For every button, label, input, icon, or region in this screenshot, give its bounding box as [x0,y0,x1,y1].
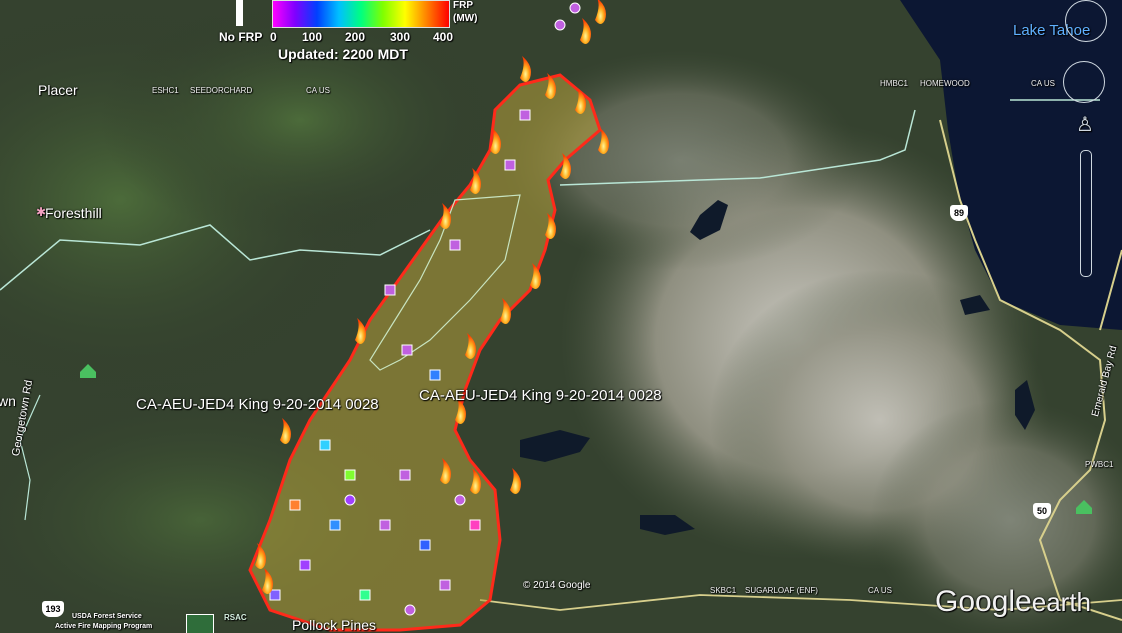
station-skbc1: SKBC1 [710,586,737,595]
station-hmbc1: HMBC1 [880,79,909,88]
frp-unit: (MW) [453,13,478,24]
frp-tick-400: 400 [433,30,454,44]
place-placer: Placer [38,82,78,98]
usfs-shield-logo [186,614,214,633]
usfs-credit-line2: Active Fire Mapping Program [55,623,153,630]
place-pollock-pines: Pollock Pines [292,617,377,633]
rsac-logo: RSAC [224,613,247,622]
station-seedorchard: SEEDORCHARD [190,86,253,95]
no-frp-swatch [236,0,243,26]
fire-label-left: CA-AEU-JED4 King 9-20-2014 0028 [136,396,379,413]
google-earth-logo-earth: earth [1031,587,1092,617]
move-control[interactable] [1063,61,1105,103]
zoom-slider[interactable] [1080,150,1092,277]
station-ca-us-2: CA US [1031,79,1056,88]
highway-50-shield: 50 [1033,503,1051,519]
station-sugarloaf: SUGARLOAF (ENF) [745,586,818,595]
fire-label-right: CA-AEU-JED4 King 9-20-2014 0028 [419,387,662,404]
street-view-pegman-icon[interactable]: ♙ [1076,112,1094,137]
look-control[interactable] [1065,0,1107,42]
station-homewood: HOMEWOOD [920,79,970,88]
google-earth-logo: Googleearth [935,585,1091,619]
station-eshc1: ESHC1 [152,86,179,95]
updated-time: Updated: 2200 MDT [278,46,408,62]
map-view[interactable]: No FRP FRP (MW) 0 100 200 300 400 Update… [0,0,1122,633]
station-ca-us-3: CA US [868,586,893,595]
station-ca-us-1: CA US [306,86,331,95]
highway-193-shield: 193 [42,601,64,617]
station-pwbc1: PWBC1 [1085,460,1114,469]
frp-tick-200: 200 [345,30,366,44]
frp-tick-0: 0 [270,30,277,44]
google-earth-logo-google: Google [935,585,1032,618]
frp-tick-100: 100 [302,30,323,44]
place-own: wn [0,393,16,409]
frp-tick-300: 300 [390,30,411,44]
no-frp-label: No FRP [219,30,263,44]
frp-title: FRP [453,0,473,11]
highway-89-shield: 89 [950,205,968,221]
copyright-text: © 2014 Google [523,580,591,591]
frp-color-scale [272,0,450,28]
usfs-credit-line1: USDA Forest Service [72,613,142,620]
place-foresthill: Foresthill [45,205,102,221]
town-marker-icon: ✱ [36,205,47,219]
